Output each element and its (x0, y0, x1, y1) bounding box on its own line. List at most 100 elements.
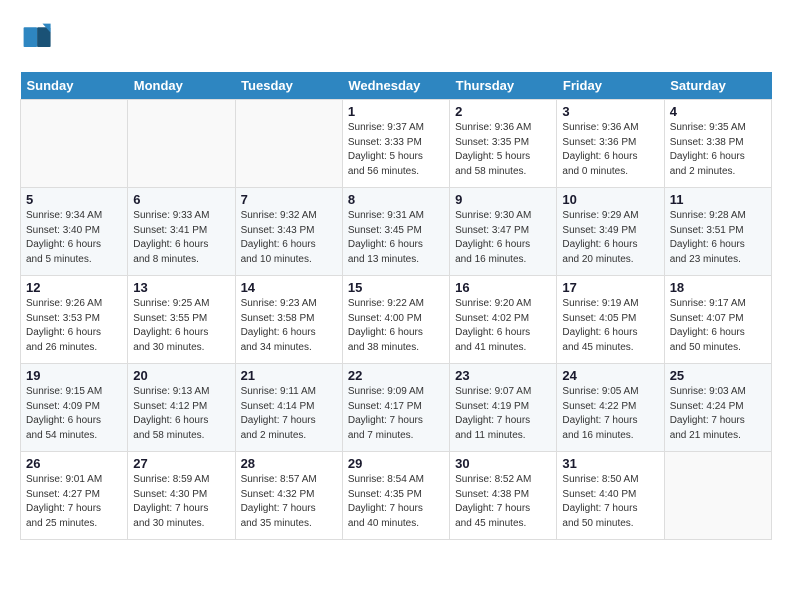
calendar-cell: 5 Sunrise: 9:34 AMSunset: 3:40 PMDaylight… (21, 188, 128, 276)
calendar-cell: 4 Sunrise: 9:35 AMSunset: 3:38 PMDaylight… (664, 100, 771, 188)
calendar-cell: 20 Sunrise: 9:13 AMSunset: 4:12 PMDayligh… (128, 364, 235, 452)
day-number: 7 (241, 192, 337, 207)
calendar-week-row: 5 Sunrise: 9:34 AMSunset: 3:40 PMDaylight… (21, 188, 772, 276)
day-number: 13 (133, 280, 229, 295)
day-info: Sunrise: 9:26 AMSunset: 3:53 PMDaylight:… (26, 297, 122, 355)
calendar-cell: 18 Sunrise: 9:17 AMSunset: 4:07 PMDayligh… (664, 276, 771, 364)
day-info: Sunrise: 9:31 AMSunset: 3:45 PMDaylight:… (348, 209, 444, 267)
day-info: Sunrise: 9:05 AMSunset: 4:22 PMDaylight:… (562, 385, 658, 443)
day-info: Sunrise: 8:57 AMSunset: 4:32 PMDaylight:… (241, 473, 337, 531)
day-info: Sunrise: 9:32 AMSunset: 3:43 PMDaylight:… (241, 209, 337, 267)
day-number: 18 (670, 280, 766, 295)
calendar-cell: 19Sunrise: 9:15 AMSunset: 4:09 PMDayligh… (21, 364, 128, 452)
day-of-week-header: Saturday (664, 72, 771, 100)
day-number: 17 (562, 280, 658, 295)
day-info: Sunrise: 8:50 AMSunset: 4:40 PMDaylight:… (562, 473, 658, 531)
day-info: Sunrise: 9:37 AMSunset: 3:33 PMDaylight:… (348, 121, 444, 179)
calendar-cell: 22 Sunrise: 9:09 AMSunset: 4:17 PMDayligh… (342, 364, 449, 452)
calendar-cell: 25Sunrise: 9:03 AMSunset: 4:24 PMDayligh… (664, 364, 771, 452)
day-number: 24 (562, 368, 658, 383)
day-info: Sunrise: 9:11 AMSunset: 4:14 PMDaylight:… (241, 385, 337, 443)
day-info: Sunrise: 9:28 AMSunset: 3:51 PMDaylight:… (670, 209, 766, 267)
day-info: Sunrise: 8:59 AMSunset: 4:30 PMDaylight:… (133, 473, 229, 531)
day-number: 31 (562, 456, 658, 471)
day-info: Sunrise: 9:09 AMSunset: 4:17 PMDaylight:… (348, 385, 444, 443)
day-number: 28 (241, 456, 337, 471)
day-info: Sunrise: 9:25 AMSunset: 3:55 PMDaylight:… (133, 297, 229, 355)
day-number: 15 (348, 280, 444, 295)
day-number: 19 (26, 368, 122, 383)
day-number: 29 (348, 456, 444, 471)
day-of-week-header: Wednesday (342, 72, 449, 100)
calendar-cell: 24 Sunrise: 9:05 AMSunset: 4:22 PMDayligh… (557, 364, 664, 452)
day-of-week-header: Tuesday (235, 72, 342, 100)
logo-icon (20, 20, 56, 56)
calendar-cell: 2 Sunrise: 9:36 AMSunset: 3:35 PMDaylight… (450, 100, 557, 188)
day-info: Sunrise: 9:23 AMSunset: 3:58 PMDaylight:… (241, 297, 337, 355)
day-of-week-header: Thursday (450, 72, 557, 100)
calendar-cell: 17Sunrise: 9:19 AMSunset: 4:05 PMDayligh… (557, 276, 664, 364)
calendar-cell: 3Sunrise: 9:36 AMSunset: 3:36 PMDaylight… (557, 100, 664, 188)
day-info: Sunrise: 9:13 AMSunset: 4:12 PMDaylight:… (133, 385, 229, 443)
day-info: Sunrise: 8:54 AMSunset: 4:35 PMDaylight:… (348, 473, 444, 531)
day-info: Sunrise: 9:17 AMSunset: 4:07 PMDaylight:… (670, 297, 766, 355)
calendar-header-row: SundayMondayTuesdayWednesdayThursdayFrid… (21, 72, 772, 100)
day-number: 22 (348, 368, 444, 383)
calendar-cell: 10 Sunrise: 9:29 AMSunset: 3:49 PMDayligh… (557, 188, 664, 276)
calendar-week-row: 19Sunrise: 9:15 AMSunset: 4:09 PMDayligh… (21, 364, 772, 452)
day-number: 2 (455, 104, 551, 119)
day-number: 10 (562, 192, 658, 207)
day-info: Sunrise: 9:20 AMSunset: 4:02 PMDaylight:… (455, 297, 551, 355)
calendar-week-row: 12 Sunrise: 9:26 AMSunset: 3:53 PMDayligh… (21, 276, 772, 364)
calendar-cell: 26 Sunrise: 9:01 AMSunset: 4:27 PMDayligh… (21, 452, 128, 540)
calendar-cell: 7 Sunrise: 9:32 AMSunset: 3:43 PMDaylight… (235, 188, 342, 276)
day-info: Sunrise: 9:36 AMSunset: 3:35 PMDaylight:… (455, 121, 551, 179)
day-info: Sunrise: 9:07 AMSunset: 4:19 PMDaylight:… (455, 385, 551, 443)
day-info: Sunrise: 9:01 AMSunset: 4:27 PMDaylight:… (26, 473, 122, 531)
calendar-week-row: 26 Sunrise: 9:01 AMSunset: 4:27 PMDayligh… (21, 452, 772, 540)
page-header (20, 20, 772, 56)
day-info: Sunrise: 9:22 AMSunset: 4:00 PMDaylight:… (348, 297, 444, 355)
day-number: 26 (26, 456, 122, 471)
calendar-cell: 8 Sunrise: 9:31 AMSunset: 3:45 PMDaylight… (342, 188, 449, 276)
day-number: 8 (348, 192, 444, 207)
day-number: 14 (241, 280, 337, 295)
day-info: Sunrise: 9:29 AMSunset: 3:49 PMDaylight:… (562, 209, 658, 267)
day-number: 21 (241, 368, 337, 383)
calendar-week-row: 1Sunrise: 9:37 AMSunset: 3:33 PMDaylight… (21, 100, 772, 188)
calendar-cell: 11 Sunrise: 9:28 AMSunset: 3:51 PMDayligh… (664, 188, 771, 276)
calendar-cell: 31 Sunrise: 8:50 AMSunset: 4:40 PMDayligh… (557, 452, 664, 540)
calendar-cell: 15 Sunrise: 9:22 AMSunset: 4:00 PMDayligh… (342, 276, 449, 364)
day-number: 20 (133, 368, 229, 383)
calendar-cell (21, 100, 128, 188)
day-number: 6 (133, 192, 229, 207)
calendar-cell: 29 Sunrise: 8:54 AMSunset: 4:35 PMDayligh… (342, 452, 449, 540)
day-info: Sunrise: 8:52 AMSunset: 4:38 PMDaylight:… (455, 473, 551, 531)
day-info: Sunrise: 9:03 AMSunset: 4:24 PMDaylight:… (670, 385, 766, 443)
day-number: 12 (26, 280, 122, 295)
calendar-cell: 12 Sunrise: 9:26 AMSunset: 3:53 PMDayligh… (21, 276, 128, 364)
calendar-cell: 28 Sunrise: 8:57 AMSunset: 4:32 PMDayligh… (235, 452, 342, 540)
day-number: 4 (670, 104, 766, 119)
calendar-cell: 14 Sunrise: 9:23 AMSunset: 3:58 PMDayligh… (235, 276, 342, 364)
day-of-week-header: Friday (557, 72, 664, 100)
day-of-week-header: Sunday (21, 72, 128, 100)
calendar-cell (235, 100, 342, 188)
calendar-cell: 23 Sunrise: 9:07 AMSunset: 4:19 PMDayligh… (450, 364, 557, 452)
day-info: Sunrise: 9:34 AMSunset: 3:40 PMDaylight:… (26, 209, 122, 267)
day-number: 30 (455, 456, 551, 471)
day-number: 16 (455, 280, 551, 295)
day-info: Sunrise: 9:35 AMSunset: 3:38 PMDaylight:… (670, 121, 766, 179)
calendar-cell: 1Sunrise: 9:37 AMSunset: 3:33 PMDaylight… (342, 100, 449, 188)
day-number: 5 (26, 192, 122, 207)
day-number: 23 (455, 368, 551, 383)
day-info: Sunrise: 9:36 AMSunset: 3:36 PMDaylight:… (562, 121, 658, 179)
calendar-table: SundayMondayTuesdayWednesdayThursdayFrid… (20, 72, 772, 540)
day-number: 9 (455, 192, 551, 207)
calendar-cell: 21 Sunrise: 9:11 AMSunset: 4:14 PMDayligh… (235, 364, 342, 452)
calendar-cell: 6Sunrise: 9:33 AMSunset: 3:41 PMDaylight… (128, 188, 235, 276)
calendar-cell (664, 452, 771, 540)
day-number: 11 (670, 192, 766, 207)
day-number: 27 (133, 456, 229, 471)
logo (20, 20, 62, 56)
